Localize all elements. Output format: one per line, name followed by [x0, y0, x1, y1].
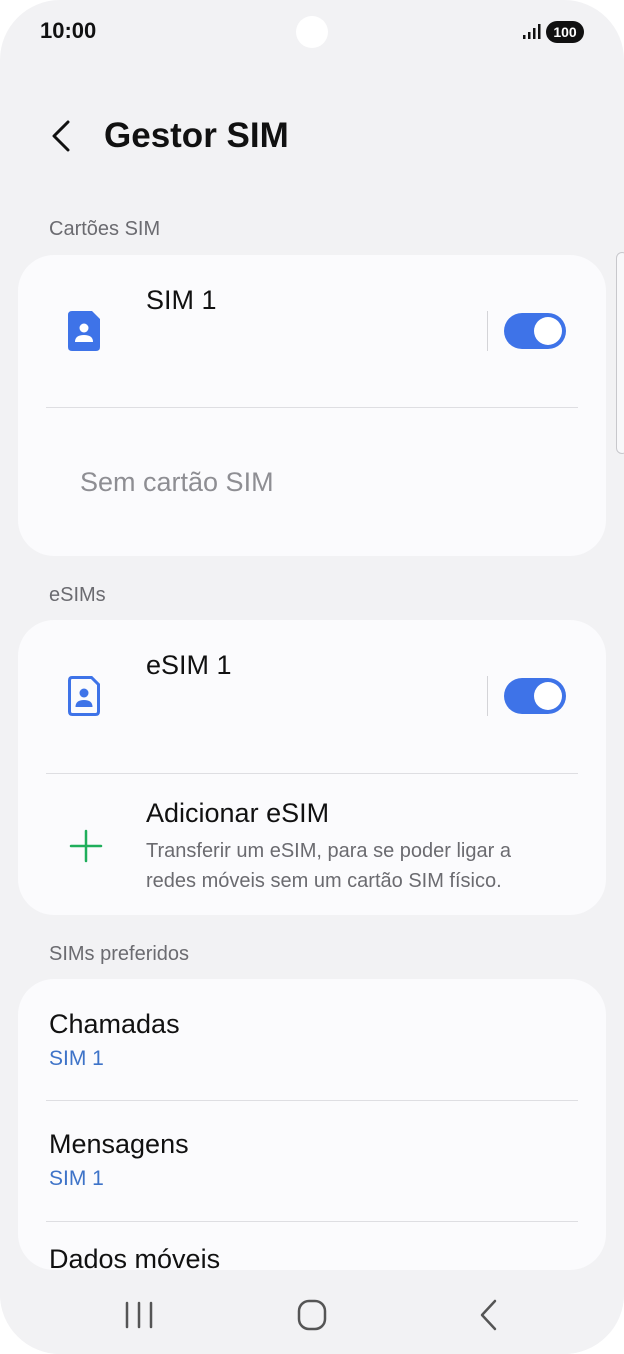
add-esim-row[interactable]: Adicionar eSIM Transferir um eSIM, para …	[18, 774, 606, 915]
esim1-name: eSIM 1	[146, 650, 232, 680]
pref-title-calls: Chamadas	[49, 1009, 180, 1039]
phone-screen: 10:00 100 Gestor SIM Cartões SIM SIM 1 S…	[0, 0, 624, 1354]
pref-value-calls: SIM 1	[49, 1047, 104, 1070]
esim1-toggle[interactable]	[504, 678, 566, 714]
add-esim-title: Adicionar eSIM	[146, 798, 330, 828]
front-camera	[296, 16, 328, 48]
pref-row-mobile-data[interactable]: Dados móveis	[18, 1222, 606, 1270]
chevron-left-icon[interactable]	[40, 114, 84, 158]
page-title: Gestor SIM	[104, 116, 289, 155]
divider	[46, 407, 578, 408]
recents-icon[interactable]	[109, 1284, 169, 1344]
add-esim-desc-line1: Transferir um eSIM, para se poder ligar …	[146, 840, 511, 862]
navigation-bar	[0, 1270, 624, 1354]
section-label-sim-cards: Cartões SIM	[49, 218, 161, 240]
battery-icon: 100	[546, 21, 584, 43]
status-bar: 10:00 100	[0, 0, 624, 64]
sim1-toggle[interactable]	[504, 313, 566, 349]
signal-icon	[523, 24, 541, 39]
esim-icon	[68, 676, 100, 716]
pref-title-mobile-data: Dados móveis	[49, 1244, 221, 1270]
pref-title-messages: Mensagens	[49, 1129, 189, 1159]
sim-cards-card: SIM 1 Sem cartão SIM	[18, 255, 606, 556]
no-sim-text: Sem cartão SIM	[80, 467, 274, 497]
toggle-separator	[487, 676, 488, 716]
plus-icon	[69, 829, 103, 863]
toggle-separator	[487, 311, 488, 351]
pref-row-calls[interactable]: Chamadas SIM 1	[18, 979, 606, 1100]
esims-card: eSIM 1 Adicionar eSIM Transferir um eSIM…	[18, 620, 606, 915]
status-time: 10:00	[40, 18, 97, 43]
sim-card-icon	[68, 311, 100, 351]
add-esim-desc-line2: redes móveis sem um cartão SIM físico.	[146, 870, 502, 892]
home-icon[interactable]	[282, 1284, 342, 1344]
section-label-preferred: SIMs preferidos	[49, 943, 190, 965]
scroll-handle[interactable]	[616, 252, 624, 454]
back-icon[interactable]	[458, 1284, 518, 1344]
app-header: Gestor SIM	[0, 100, 624, 172]
preferred-sims-card: Chamadas SIM 1 Mensagens SIM 1 Dados móv…	[18, 979, 606, 1270]
pref-row-messages[interactable]: Mensagens SIM 1	[18, 1101, 606, 1221]
section-label-esims: eSIMs	[49, 584, 106, 606]
sim1-name: SIM 1	[146, 285, 217, 315]
pref-value-messages: SIM 1	[49, 1167, 104, 1190]
